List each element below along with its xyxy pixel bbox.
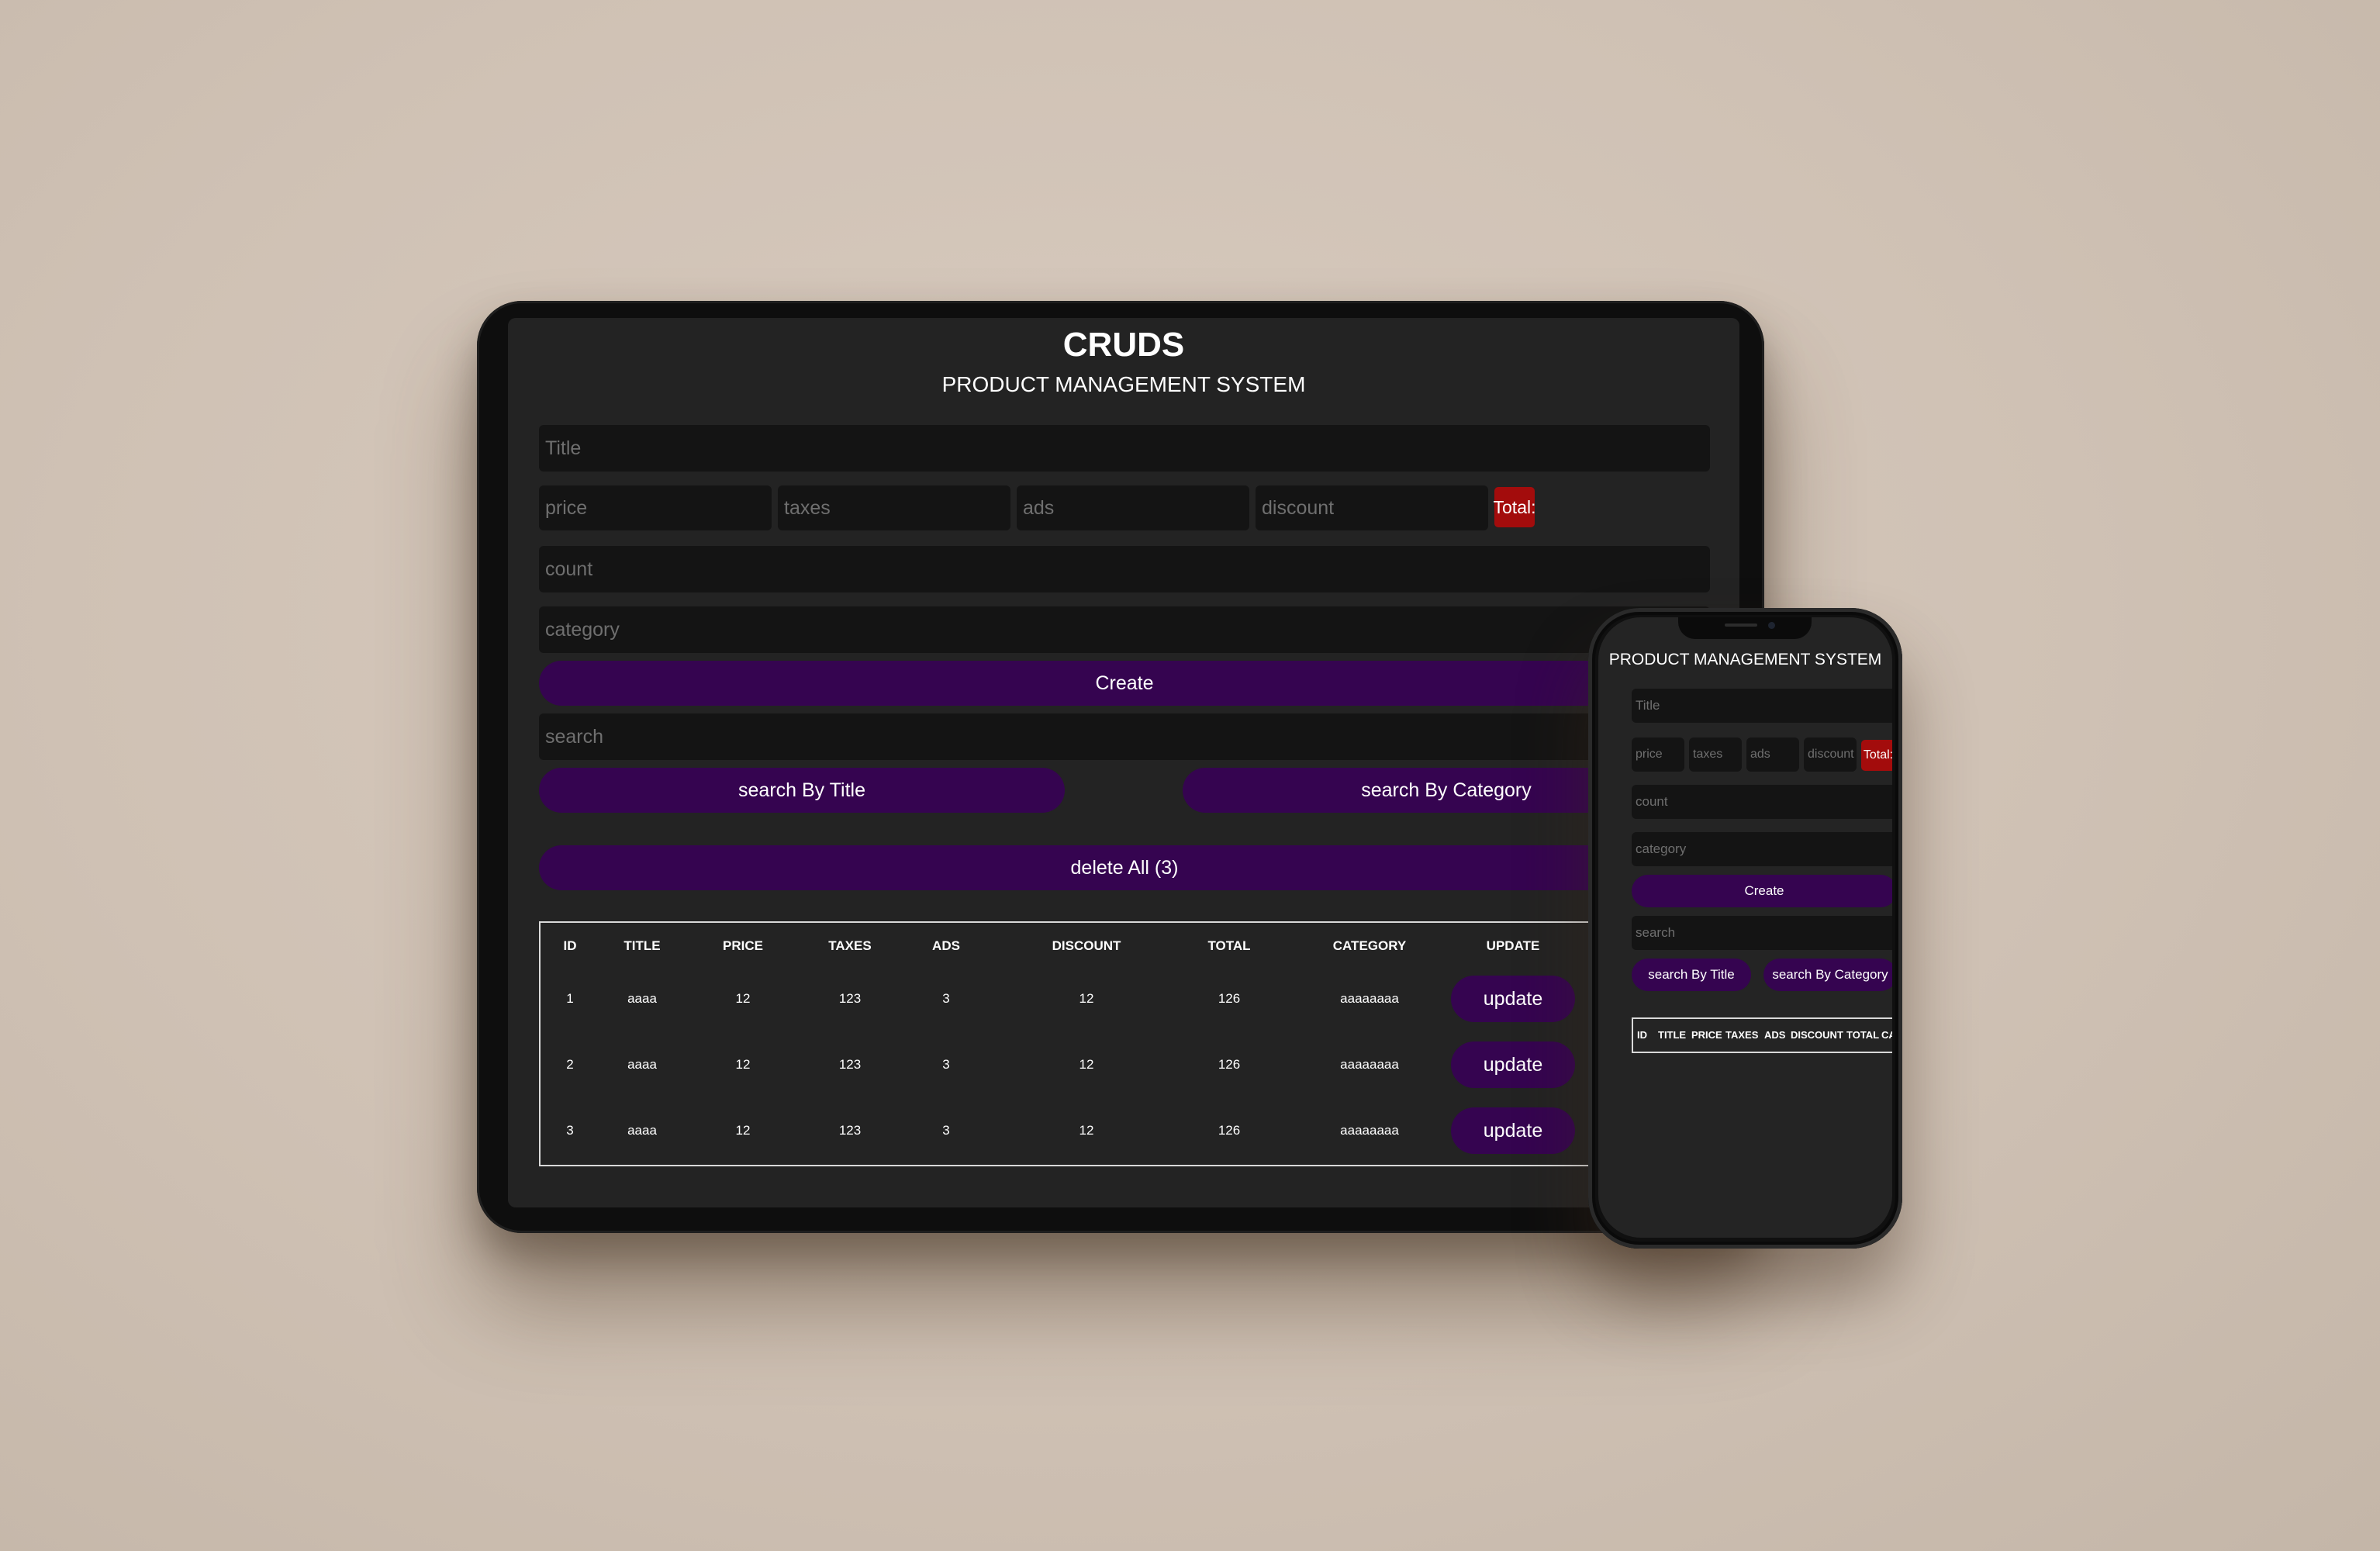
cell-discount: 12	[1079, 1123, 1094, 1138]
search-by-title-button[interactable]: search By Title	[539, 768, 1065, 813]
category-input[interactable]: category	[539, 606, 1710, 653]
th-discount: DISCOUNT	[1791, 1029, 1843, 1041]
cell-title: aaaa	[627, 1057, 657, 1072]
th-id: ID	[1637, 1029, 1647, 1041]
th-total: TOTAL	[1207, 938, 1251, 953]
cell-ads: 3	[942, 991, 950, 1006]
taxes-input[interactable]: taxes	[778, 485, 1010, 530]
tablet-screen: CRUDS PRODUCT MANAGEMENT SYSTEM Title pr…	[508, 318, 1739, 1207]
ads-input[interactable]: ads	[1017, 485, 1249, 530]
cell-category: aaaaaaaa	[1340, 1123, 1399, 1138]
search-input[interactable]: search	[1632, 916, 1892, 950]
th-total: TOTAL	[1846, 1029, 1880, 1041]
th-price: PRICE	[1691, 1029, 1722, 1041]
cell-taxes: 123	[838, 1057, 862, 1072]
th-category: CATE	[1881, 1029, 1892, 1041]
cell-id: 3	[566, 1123, 574, 1138]
cell-ads: 3	[942, 1123, 950, 1138]
price-input[interactable]: price	[539, 485, 772, 530]
search-by-title-button[interactable]: search By Title	[1632, 959, 1751, 991]
th-title: TITLE	[1658, 1029, 1687, 1041]
search-by-category-button[interactable]: search By Category	[1763, 959, 1892, 991]
cell-category: aaaaaaaa	[1340, 991, 1399, 1006]
cell-discount: 12	[1079, 1057, 1094, 1072]
create-button[interactable]: Create	[1632, 875, 1892, 907]
cell-category: aaaaaaaa	[1340, 1057, 1399, 1072]
phone-device: CRUDS PRODUCT MANAGEMENT SYSTEM Title pr…	[1588, 608, 1902, 1249]
title-input[interactable]: Title	[539, 425, 1710, 472]
cell-id: 1	[566, 991, 574, 1006]
cell-total: 126	[1218, 1123, 1241, 1138]
products-table: ID TITLE PRICE TAXES ADS DISCOUNT TOTAL …	[539, 921, 1710, 1166]
products-table: ID TITLE PRICE TAXES ADS DISCOUNT TOTAL …	[1632, 1017, 1892, 1053]
search-input[interactable]: search	[539, 713, 1710, 760]
phone-screen: CRUDS PRODUCT MANAGEMENT SYSTEM Title pr…	[1598, 617, 1892, 1238]
cell-taxes: 123	[838, 1123, 862, 1138]
price-input[interactable]: price	[1632, 738, 1684, 772]
create-button[interactable]: Create	[539, 661, 1710, 706]
discount-input[interactable]: discount	[1804, 738, 1857, 772]
cell-price: 12	[735, 991, 751, 1006]
cell-ads: 3	[942, 1057, 950, 1072]
count-input[interactable]: count	[1632, 785, 1892, 819]
th-taxes: TAXES	[828, 938, 872, 953]
cell-title: aaaa	[627, 991, 657, 1006]
crud-app: CRUDS PRODUCT MANAGEMENT SYSTEM Title pr…	[508, 318, 1739, 1207]
taxes-input[interactable]: taxes	[1689, 738, 1742, 772]
update-button[interactable]: update	[1451, 976, 1575, 1022]
total-badge: Total:	[1861, 740, 1892, 771]
th-discount: DISCOUNT	[1052, 938, 1121, 953]
th-taxes: TAXES	[1725, 1029, 1759, 1041]
th-id: ID	[563, 938, 577, 953]
phone-notch	[1678, 617, 1812, 639]
app-subtitle: PRODUCT MANAGEMENT SYSTEM	[1608, 651, 1882, 668]
camera-icon	[1768, 622, 1775, 629]
th-update: UPDATE	[1486, 938, 1540, 953]
ads-input[interactable]: ads	[1746, 738, 1799, 772]
th-ads: ADS	[1764, 1029, 1786, 1041]
count-input[interactable]: count	[539, 546, 1710, 592]
title-input[interactable]: Title	[1632, 689, 1892, 723]
cell-discount: 12	[1079, 991, 1094, 1006]
cell-id: 2	[566, 1057, 574, 1072]
tablet-device: CRUDS PRODUCT MANAGEMENT SYSTEM Title pr…	[477, 301, 1764, 1233]
cell-price: 12	[735, 1057, 751, 1072]
discount-input[interactable]: discount	[1256, 485, 1488, 530]
th-category: CATEGORY	[1332, 938, 1407, 953]
crud-app-mobile: CRUDS PRODUCT MANAGEMENT SYSTEM Title pr…	[1598, 617, 1892, 1238]
cell-total: 126	[1218, 1057, 1241, 1072]
cell-total: 126	[1218, 991, 1241, 1006]
th-title: TITLE	[623, 938, 661, 953]
app-subtitle: PRODUCT MANAGEMENT SYSTEM	[941, 372, 1306, 396]
cell-taxes: 123	[838, 991, 862, 1006]
speaker-icon	[1725, 624, 1757, 627]
app-title: CRUDS	[1062, 326, 1185, 364]
update-button[interactable]: update	[1451, 1107, 1575, 1154]
category-input[interactable]: category	[1632, 832, 1892, 866]
cell-title: aaaa	[627, 1123, 657, 1138]
th-price: PRICE	[723, 938, 763, 953]
th-ads: ADS	[932, 938, 960, 953]
cell-price: 12	[735, 1123, 751, 1138]
delete-all-button[interactable]: delete All (3)	[539, 845, 1710, 890]
total-badge: Total:	[1494, 487, 1536, 527]
update-button[interactable]: update	[1451, 1041, 1575, 1088]
